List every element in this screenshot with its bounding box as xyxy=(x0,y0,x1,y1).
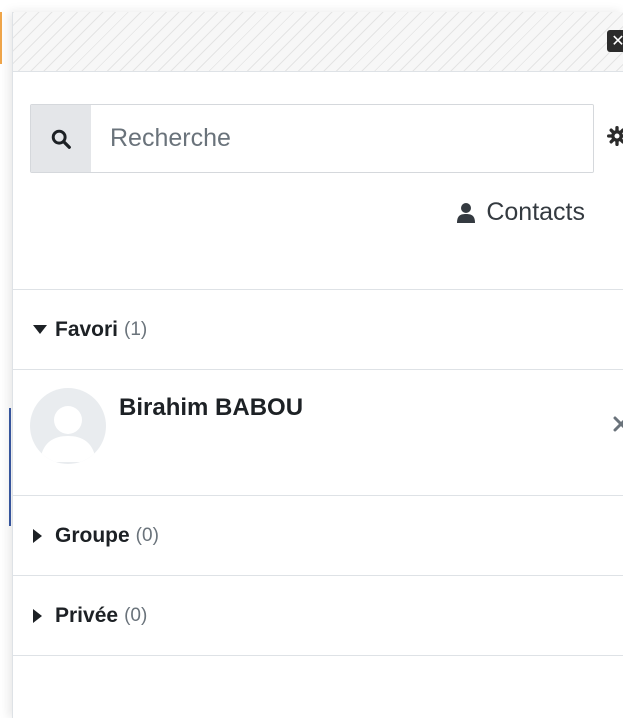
section-title: Favori xyxy=(55,317,119,341)
section-title: Privée xyxy=(55,603,119,627)
remove-icon[interactable] xyxy=(613,416,623,432)
search-group xyxy=(30,104,594,173)
gear-icon[interactable] xyxy=(607,126,623,146)
close-icon[interactable]: ✕ xyxy=(607,30,623,52)
section-title: Groupe xyxy=(55,523,130,547)
user-icon xyxy=(457,202,476,223)
drawer-header: ✕ xyxy=(13,12,623,72)
search-area xyxy=(13,72,623,180)
caret-right-icon xyxy=(33,608,49,623)
contact-name: Birahim BABOU xyxy=(119,394,304,421)
section-header-groupe[interactable]: Groupe (0) xyxy=(13,496,623,575)
section-groupe: Groupe (0) xyxy=(13,496,623,576)
contacts-link-label: Contacts xyxy=(486,198,585,226)
section-favori: Favori (1) Birahim BABOU xyxy=(13,290,623,496)
avatar xyxy=(30,388,106,464)
caret-right-icon xyxy=(33,528,49,543)
left-accent-orange xyxy=(0,12,2,64)
contacts-link[interactable]: Contacts xyxy=(456,198,585,227)
contacts-row: Contacts xyxy=(13,180,623,290)
section-count: (0) xyxy=(135,524,159,546)
section-count: (1) xyxy=(124,318,148,340)
search-button[interactable] xyxy=(31,105,91,172)
messaging-drawer: ✕ Recherche Contacts Favori (1) Birahim … xyxy=(12,12,623,718)
section-header-favori[interactable]: Favori (1) xyxy=(13,290,623,369)
section-privee: Privée (0) xyxy=(13,576,623,656)
search-icon xyxy=(51,129,71,149)
caret-down-icon xyxy=(33,324,49,335)
left-accent-blue xyxy=(9,408,11,526)
list-item[interactable]: Birahim BABOU xyxy=(13,369,623,495)
search-input[interactable] xyxy=(91,105,593,172)
section-header-privee[interactable]: Privée (0) xyxy=(13,576,623,655)
section-count: (0) xyxy=(124,604,148,626)
